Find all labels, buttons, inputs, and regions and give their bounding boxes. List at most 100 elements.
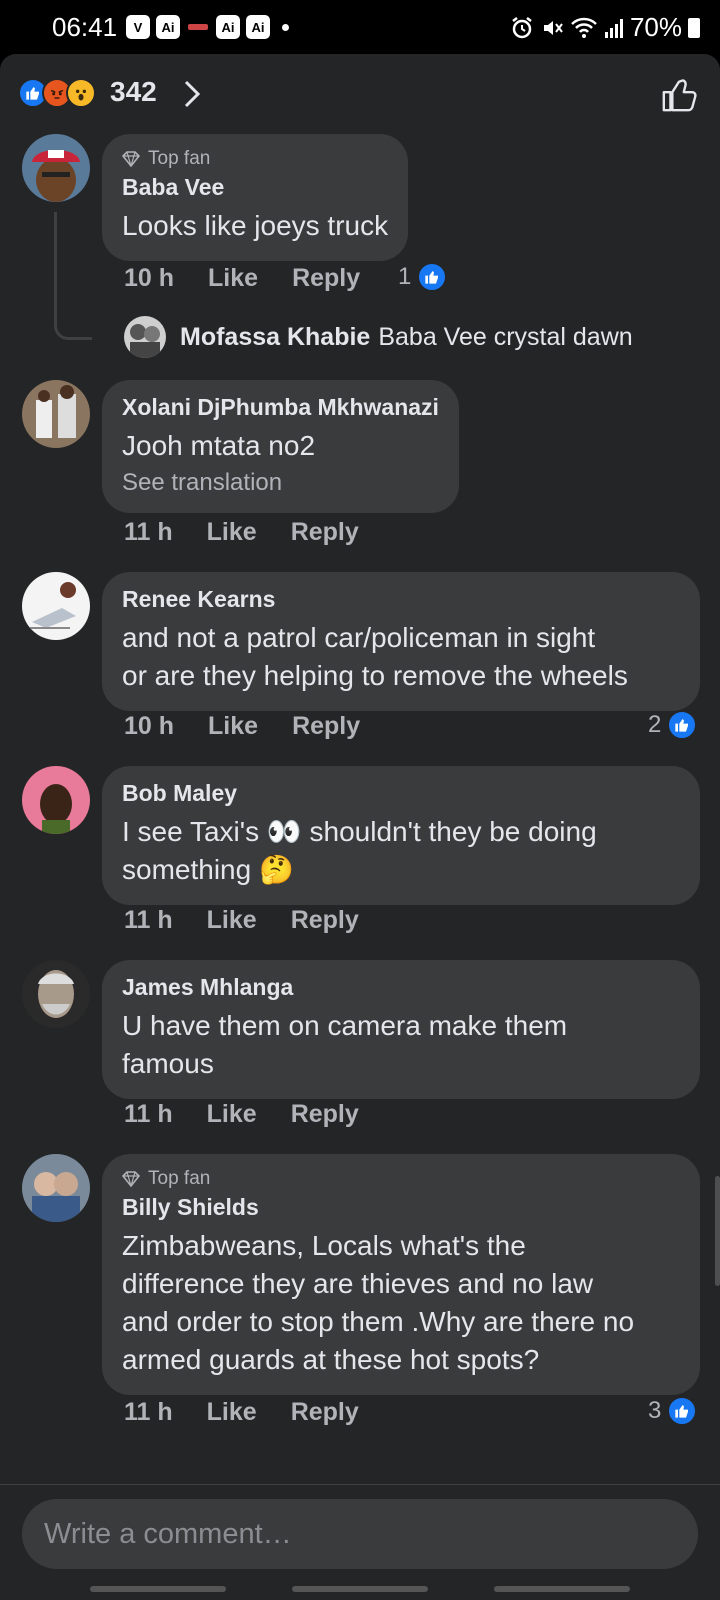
comment-author[interactable]: Xolani DjPhumba Mkhwanazi — [122, 394, 439, 421]
comment-author[interactable]: Baba Vee — [122, 174, 388, 201]
comment-line: something 🤔 — [122, 854, 294, 885]
ai-notification-icon: Ai — [156, 15, 180, 39]
diamond-icon — [122, 1171, 140, 1187]
reply-preview[interactable]: Mofassa Khabie Baba Vee crystal dawn — [124, 316, 633, 358]
app-notification-icon — [188, 24, 208, 30]
reaction-number: 1 — [398, 263, 412, 290]
like-button[interactable]: Like — [207, 906, 257, 935]
comments-sheet: 342 Top fan Baba Vee Looks like joeys tr… — [0, 54, 720, 1600]
comment-line: Jooh mtata no2 — [122, 430, 316, 461]
like-button[interactable]: Like — [208, 712, 258, 741]
badge-label: Top fan — [148, 1168, 211, 1189]
like-button[interactable]: Like — [207, 1398, 257, 1427]
comment-bubble[interactable]: Xolani DjPhumba Mkhwanazi Jooh mtata no2… — [102, 380, 459, 513]
comment-line: famous — [122, 1048, 214, 1079]
comment-author[interactable]: Renee Kearns — [122, 586, 680, 613]
reply-button[interactable]: Reply — [291, 906, 359, 935]
comment-bubble[interactable]: Top fan Baba Vee Looks like joeys truck — [102, 134, 409, 261]
reply-button[interactable]: Reply — [291, 1398, 359, 1427]
thread-line — [54, 212, 92, 340]
comment-actions: 11 h Like Reply — [124, 906, 359, 935]
comment-time: 11 h — [124, 1100, 173, 1128]
status-bar: 06:41 V Ai Ai Ai 70% — [0, 0, 720, 54]
reply-button[interactable]: Reply — [292, 264, 360, 293]
badge-label: Top fan — [148, 148, 211, 169]
comment-time: 11 h — [124, 518, 173, 546]
comment-time: 10 h — [124, 264, 175, 292]
top-fan-badge: Top fan — [122, 1168, 680, 1190]
comment-reaction-count[interactable]: 3 — [648, 1396, 698, 1426]
ai-notification-icon: Ai — [246, 15, 270, 39]
reply-author[interactable]: Mofassa Khabie — [180, 323, 370, 352]
signal-icon — [604, 18, 623, 38]
notification-icons: V Ai Ai Ai — [126, 15, 289, 39]
comment-line: or are they helping to remove the wheels — [122, 660, 628, 691]
wow-icon — [66, 78, 96, 108]
like-button[interactable]: Like — [207, 1100, 257, 1129]
comment-author[interactable]: James Mhlanga — [122, 974, 680, 1001]
comment-line: and order to stop them .Why are there no — [122, 1306, 635, 1337]
diamond-icon — [122, 151, 140, 167]
comment-line: U have them on camera make them — [122, 1010, 568, 1041]
comment-author[interactable]: Billy Shields — [122, 1194, 680, 1221]
comment-bubble[interactable]: James Mhlanga U have them on camera make… — [102, 960, 700, 1099]
comment-bubble[interactable]: Bob Maley I see Taxi's 👀 shouldn't they … — [102, 766, 700, 905]
see-translation-link[interactable]: See translation — [122, 469, 439, 497]
comment-text: I see Taxi's 👀 shouldn't they be doing s… — [122, 813, 680, 889]
comment-line: Looks like joeys truck — [122, 210, 389, 241]
comment-text: Jooh mtata no2 — [122, 427, 439, 465]
reaction-number: 3 — [648, 1397, 662, 1424]
reaction-icons — [18, 78, 96, 108]
app-notification-icon: V — [126, 15, 150, 39]
like-button[interactable]: Like — [207, 518, 257, 547]
comment-text: Looks like joeys truck — [122, 207, 388, 245]
like-icon — [667, 710, 698, 740]
alarm-icon — [512, 16, 532, 38]
reply-button[interactable]: Reply — [291, 518, 359, 547]
comment-actions: 11 h Like Reply — [124, 1398, 359, 1427]
mute-icon — [543, 20, 563, 35]
nav-home-handle[interactable] — [292, 1586, 428, 1592]
avatar[interactable] — [22, 572, 90, 640]
avatar[interactable] — [22, 134, 90, 202]
reaction-count: 342 — [110, 76, 157, 107]
scrollbar[interactable] — [715, 1176, 720, 1286]
reactions-bar[interactable]: 342 — [0, 54, 720, 132]
avatar[interactable] — [22, 766, 90, 834]
comment-bubble[interactable]: Top fan Billy Shields Zimbabweans, Local… — [102, 1154, 700, 1395]
like-icon — [667, 1396, 698, 1426]
comment-line: I see Taxi's 👀 shouldn't they be doing — [122, 816, 597, 847]
like-button-icon[interactable] — [660, 76, 698, 114]
battery-percent: 70% — [629, 12, 682, 42]
reply-button[interactable]: Reply — [292, 712, 360, 741]
battery-icon — [688, 17, 700, 38]
nav-recents-handle[interactable] — [90, 1586, 226, 1592]
reply-button[interactable]: Reply — [291, 1100, 359, 1129]
reply-avatar[interactable] — [124, 316, 166, 358]
comment-text: Zimbabweans, Locals what's the differenc… — [122, 1227, 680, 1379]
wifi-icon — [571, 17, 597, 38]
ai-notification-icon: Ai — [216, 15, 240, 39]
like-button[interactable]: Like — [208, 264, 258, 293]
avatar[interactable] — [22, 380, 90, 448]
comment-actions: 10 h Like Reply — [124, 264, 360, 293]
comment-actions: 11 h Like Reply — [124, 518, 359, 547]
reply-text: Baba Vee crystal dawn — [378, 322, 633, 351]
chevron-right-icon — [184, 80, 201, 108]
system-icons: 70% — [510, 12, 700, 43]
comment-reaction-count[interactable]: 2 — [648, 710, 698, 740]
comment-line: difference they are thieves and no law — [122, 1268, 594, 1299]
reaction-number: 2 — [648, 711, 662, 738]
comment-time: 11 h — [124, 1398, 173, 1426]
comment-line: and not a patrol car/policeman in sight — [122, 622, 596, 653]
comment-time: 10 h — [124, 712, 175, 740]
nav-back-handle[interactable] — [494, 1586, 630, 1592]
comment-input[interactable] — [22, 1499, 698, 1569]
top-fan-badge: Top fan — [122, 148, 388, 170]
comment-actions: 11 h Like Reply — [124, 1100, 359, 1129]
comment-author[interactable]: Bob Maley — [122, 780, 680, 807]
comment-reaction-count[interactable]: 1 — [398, 262, 448, 292]
avatar[interactable] — [22, 960, 90, 1028]
comment-bubble[interactable]: Renee Kearns and not a patrol car/police… — [102, 572, 700, 711]
avatar[interactable] — [22, 1154, 90, 1222]
